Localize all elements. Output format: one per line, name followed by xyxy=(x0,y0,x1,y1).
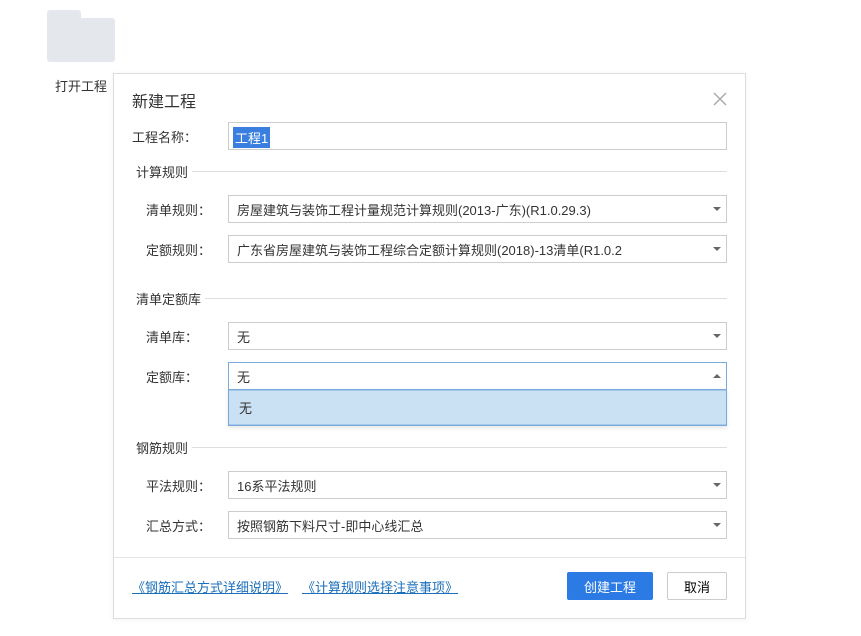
dialog-footer: 《钢筋汇总方式详细说明》 《计算规则选择注意事项》 创建工程 取消 xyxy=(114,557,745,618)
list-lib-label: 清单库： xyxy=(146,327,228,346)
list-rule-select[interactable]: 房屋建筑与装饰工程计量规范计算规则(2013-广东)(R1.0.29.3) xyxy=(228,195,727,223)
calc-rules-legend: 计算规则 xyxy=(132,162,192,181)
flat-rule-label: 平法规则： xyxy=(146,476,228,495)
library-group: 清单定额库 清单库： 无 定额库： 无 xyxy=(132,289,727,424)
dialog-title: 新建工程 xyxy=(132,88,196,112)
quota-lib-select[interactable]: 无 xyxy=(228,362,727,390)
list-rule-label: 清单规则： xyxy=(146,200,228,219)
library-legend: 清单定额库 xyxy=(132,289,205,308)
quota-lib-dropdown: 无 xyxy=(228,389,727,426)
quota-rule-select[interactable]: 广东省房屋建筑与装饰工程综合定额计算规则(2018)-13清单(R1.0.2 xyxy=(228,235,727,263)
flat-rule-select[interactable]: 16系平法规则 xyxy=(228,471,727,499)
link-calc-notes[interactable]: 《计算规则选择注意事项》 xyxy=(302,577,458,596)
summary-select[interactable]: 按照钢筋下料尺寸-即中心线汇总 xyxy=(228,511,727,539)
list-lib-select[interactable]: 无 xyxy=(228,322,727,350)
rebar-group: 钢筋规则 平法规则： 16系平法规则 汇总方式： xyxy=(132,438,727,551)
rebar-legend: 钢筋规则 xyxy=(132,438,192,457)
quota-rule-label: 定额规则： xyxy=(146,240,228,259)
link-rebar-detail[interactable]: 《钢筋汇总方式详细说明》 xyxy=(132,577,288,596)
calc-rules-group: 计算规则 清单规则： 房屋建筑与装饰工程计量规范计算规则(2013-广东)(R1… xyxy=(132,162,727,275)
quota-lib-option-none[interactable]: 无 xyxy=(229,390,726,425)
folder-icon xyxy=(45,4,117,62)
cancel-button[interactable]: 取消 xyxy=(667,572,727,600)
project-name-input[interactable]: 工程1 xyxy=(228,122,727,150)
create-project-button[interactable]: 创建工程 xyxy=(567,572,653,600)
summary-label: 汇总方式： xyxy=(146,516,228,535)
close-icon[interactable] xyxy=(713,91,727,109)
quota-lib-label: 定额库： xyxy=(146,367,228,386)
new-project-dialog: 新建工程 工程名称： 工程1 计算规则 清单规则： 房屋建筑与装饰工程计量规范计… xyxy=(113,73,746,619)
project-name-label: 工程名称： xyxy=(132,127,228,146)
